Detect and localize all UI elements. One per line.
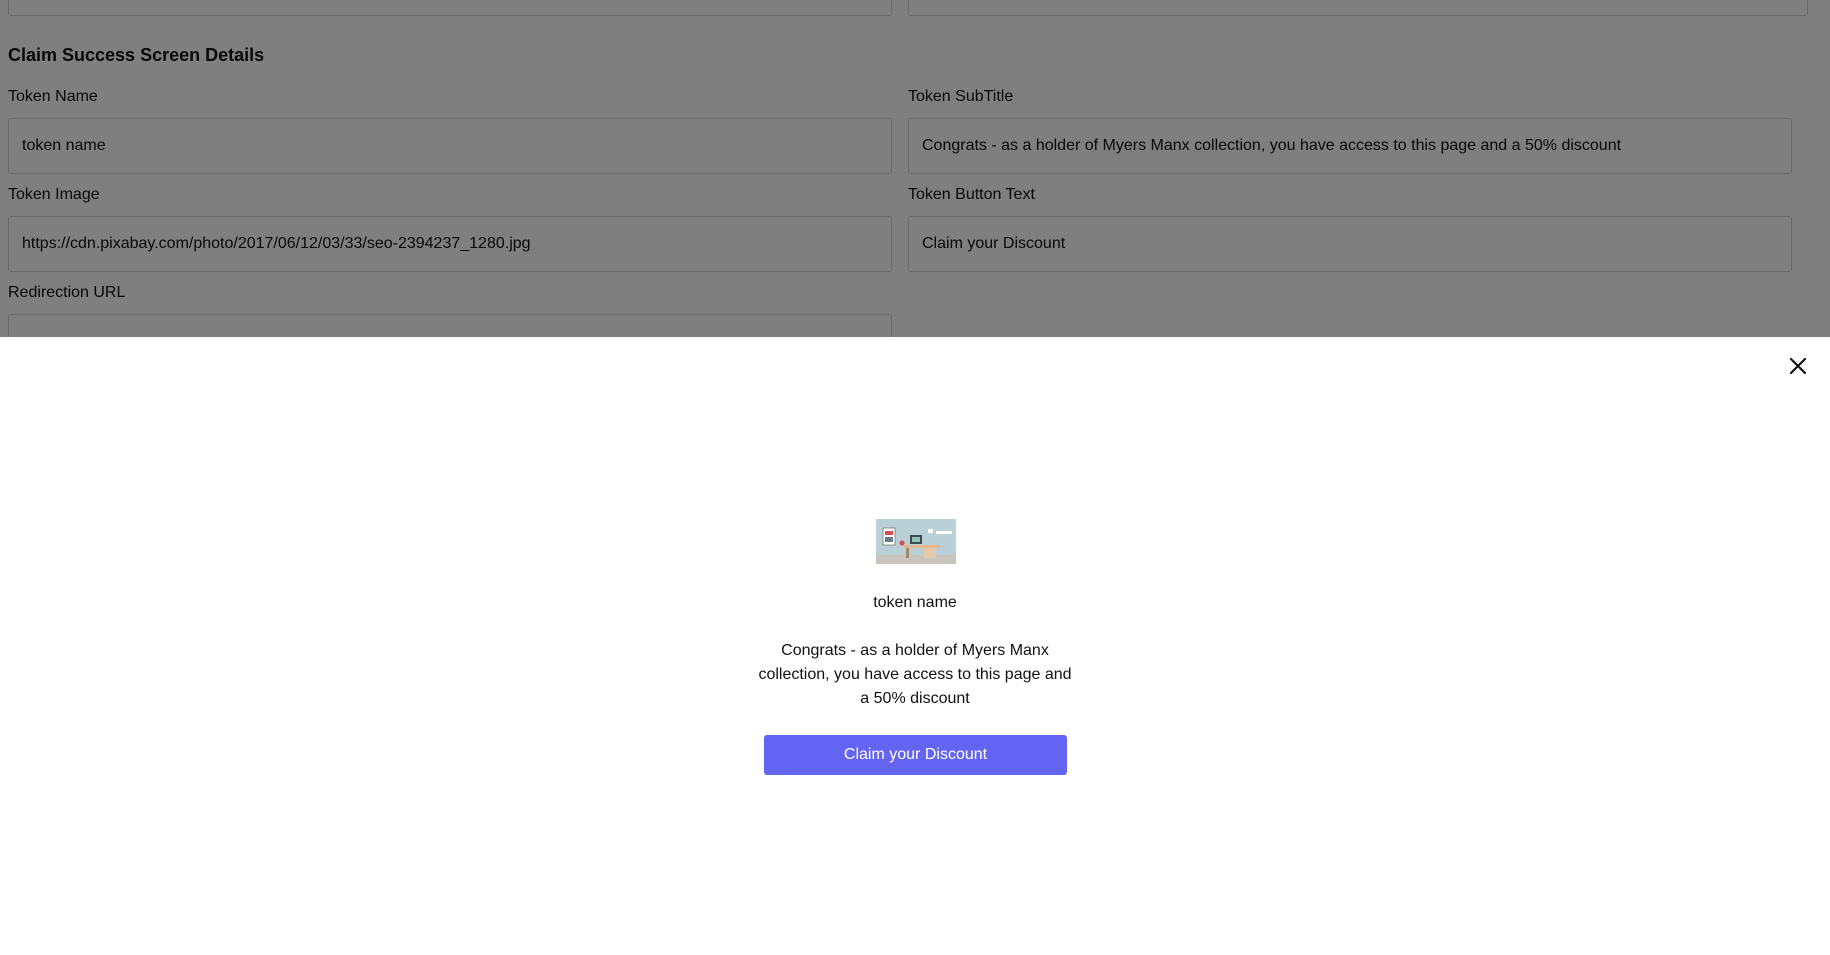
close-button[interactable]: [1786, 354, 1810, 378]
close-icon: [1789, 357, 1807, 375]
claim-discount-button[interactable]: Claim your Discount: [764, 735, 1067, 775]
modal-token-name: token name: [873, 594, 957, 611]
modal-backdrop[interactable]: [0, 0, 1830, 337]
token-image: [876, 519, 956, 564]
modal-token-subtitle: Congrats - as a holder of Myers Manx col…: [758, 642, 1072, 707]
page: Claim Success Screen Details Token Name …: [0, 0, 1830, 955]
token-image-illustration: [876, 519, 956, 564]
background-form: Claim Success Screen Details Token Name …: [0, 0, 1830, 337]
claim-success-modal: token name Congrats - as a holder of Mye…: [0, 337, 1830, 955]
